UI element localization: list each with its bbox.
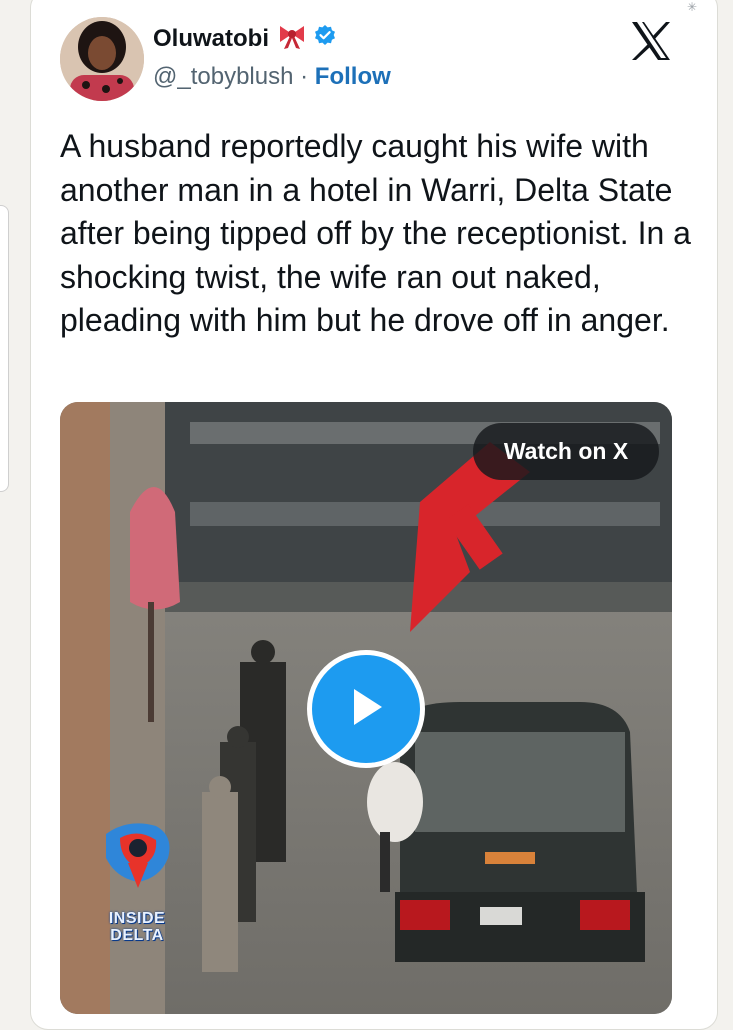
verified-badge-icon [313, 24, 337, 53]
tweet-text: A husband reportedly caught his wife wit… [60, 128, 691, 338]
watch-on-x-button[interactable]: Watch on X [473, 423, 659, 480]
ribbon-bow-icon [277, 22, 307, 55]
play-icon [344, 685, 388, 734]
avatar[interactable] [60, 17, 144, 101]
author-name[interactable]: Oluwatobi [153, 25, 269, 53]
inside-delta-logo [98, 818, 178, 968]
separator: · [300, 63, 309, 90]
follow-button[interactable]: Follow [315, 63, 391, 90]
inside-delta-watermark: INSIDE DELTA [108, 910, 166, 944]
handle-row: @_tobyblush · Follow [153, 63, 391, 91]
author-handle[interactable]: @_tobyblush [153, 63, 293, 90]
play-button[interactable] [307, 650, 425, 768]
author-row: Oluwatobi [153, 22, 337, 55]
x-logo-icon[interactable] [630, 20, 672, 62]
corner-sparkle-icon: ✳ [686, 0, 697, 14]
side-panel-handle[interactable] [0, 205, 9, 492]
